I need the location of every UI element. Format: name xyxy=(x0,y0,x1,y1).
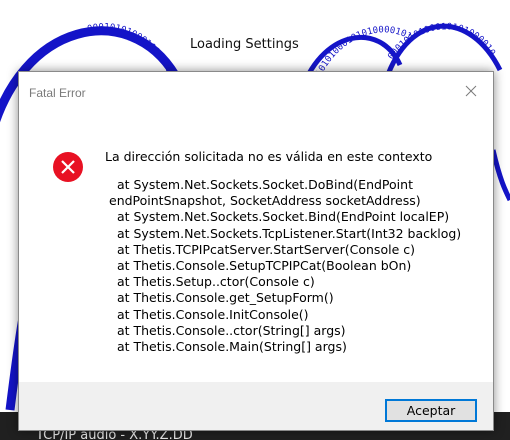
stack-trace-line: at Thetis.TCPIPcatServer.StartServer(Con… xyxy=(109,241,415,257)
accept-button[interactable]: Aceptar xyxy=(385,399,477,422)
dialog-footer: Aceptar xyxy=(19,382,493,430)
stack-trace-line: endPointSnapshot, SocketAddress socketAd… xyxy=(109,193,421,209)
error-message: La dirección solicitada no es válida en … xyxy=(105,149,433,164)
dialog-content: La dirección solicitada no es válida en … xyxy=(19,115,493,382)
splash-title: Loading Settings xyxy=(190,37,299,52)
stack-trace: at System.Net.Sockets.Socket.DoBind(EndP… xyxy=(109,177,461,355)
stack-trace-line: at Thetis.Setup..ctor(Console c) xyxy=(109,274,315,290)
stack-trace-line: at System.Net.Sockets.Socket.Bind(EndPoi… xyxy=(109,209,450,225)
close-button[interactable] xyxy=(449,72,493,102)
stack-trace-line: at System.Net.Sockets.Socket.DoBind(EndP… xyxy=(109,177,413,192)
stack-trace-line: at Thetis.Console.SetupTCPIPCat(Boolean … xyxy=(109,258,412,274)
stack-trace-line: at Thetis.Console.Main(String[] args) xyxy=(109,339,347,355)
close-icon xyxy=(465,85,477,97)
stack-trace-line: at Thetis.Console..ctor(String[] args) xyxy=(109,322,346,338)
fatal-error-dialog: Fatal Error La dirección solicitada no e… xyxy=(18,71,494,431)
stack-trace-line: at Thetis.Console.InitConsole() xyxy=(109,306,309,322)
stack-trace-line: at Thetis.Console.get_SetupForm() xyxy=(109,290,334,306)
stack-trace-line: at System.Net.Sockets.TcpListener.Start(… xyxy=(109,225,462,241)
dialog-title: Fatal Error xyxy=(29,86,86,100)
dialog-titlebar[interactable]: Fatal Error xyxy=(19,72,493,115)
error-icon xyxy=(53,152,83,182)
